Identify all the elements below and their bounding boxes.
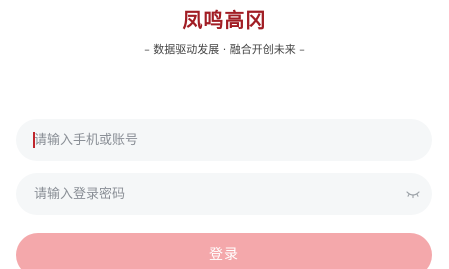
password-field[interactable] — [16, 173, 432, 215]
account-field[interactable] — [16, 119, 432, 161]
login-button[interactable]: 登录 — [16, 233, 432, 269]
text-caret — [33, 132, 35, 148]
eye-closed-icon[interactable] — [406, 188, 420, 200]
password-input[interactable] — [34, 173, 404, 215]
brand-title: 凤鸣高冈 — [182, 8, 267, 32]
account-input[interactable] — [34, 119, 404, 161]
login-page: 凤鸣高冈 – 数据驱动发展 · 融合开创未来 – 登录 — [0, 0, 449, 269]
brand-slogan: – 数据驱动发展 · 融合开创未来 – — [144, 43, 305, 56]
